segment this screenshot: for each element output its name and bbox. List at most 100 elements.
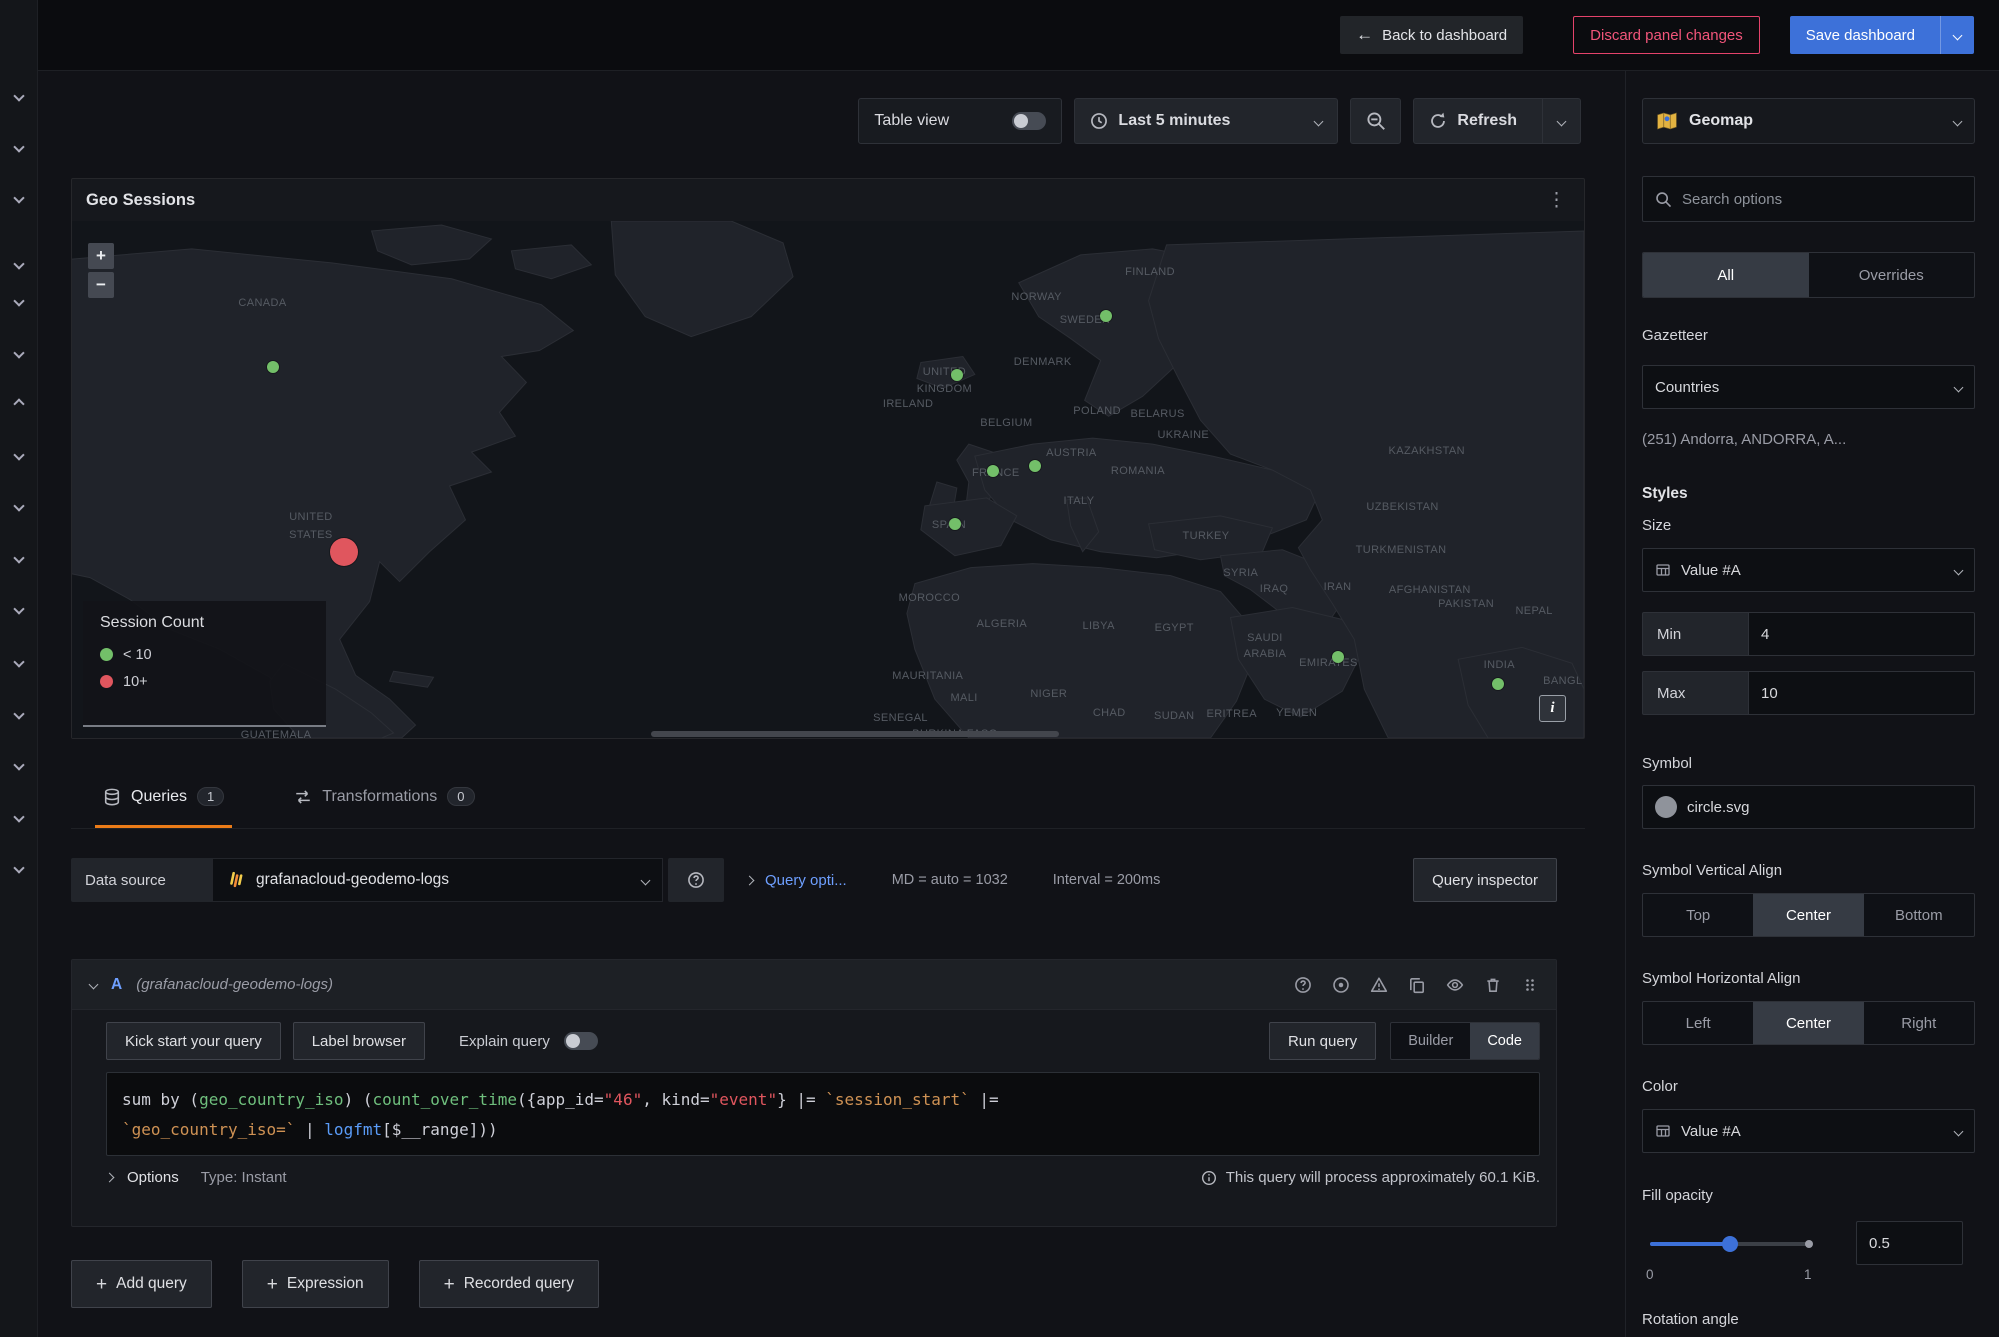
query-options-collapse-label[interactable]: Options [127,1169,179,1186]
refresh-button[interactable]: Refresh [1414,99,1532,143]
rail-collapse-chevron-icon[interactable] [7,252,31,276]
tab-queries[interactable]: Queries 1 [95,765,232,828]
rail-collapse-chevron-icon[interactable] [7,186,31,210]
visualization-name: Geomap [1689,112,1753,130]
size-field-select[interactable]: Value #A [1642,548,1975,592]
map-marker-green[interactable] [1332,651,1344,663]
option-builder[interactable]: Builder [1391,1023,1470,1059]
save-dashboard-button[interactable]: Save dashboard [1790,16,1974,54]
visualization-picker[interactable]: Geomap [1642,98,1975,144]
option-all[interactable]: All [1643,253,1809,297]
zoom-out-time-button[interactable] [1350,98,1401,144]
tab-transformations[interactable]: Transformations 0 [286,765,482,828]
rail-collapse-chevron-icon[interactable] [7,135,31,159]
option-left[interactable]: Left [1643,1002,1753,1044]
map-marker-green[interactable] [987,465,999,477]
horizontal-scrollbar[interactable] [651,731,1059,737]
add-query-button[interactable]: +Add query [71,1260,212,1308]
option-center[interactable]: Center [1753,894,1863,936]
trash-icon[interactable] [1484,976,1502,994]
map-marker-red[interactable] [330,538,358,566]
rail-collapse-chevron-icon[interactable] [7,392,31,416]
min-input[interactable] [1761,626,1962,643]
chevron-down-icon [1954,1126,1964,1136]
time-range-picker[interactable]: Last 5 minutes [1074,98,1338,144]
option-code[interactable]: Code [1470,1023,1539,1059]
expression-button[interactable]: +Expression [242,1260,389,1308]
rail-collapse-chevron-icon[interactable] [7,753,31,777]
panel-header[interactable]: Geo Sessions ⋮ [72,179,1584,221]
explain-query-toggle[interactable] [564,1032,598,1050]
max-input[interactable] [1761,685,1962,702]
option-top[interactable]: Top [1643,894,1753,936]
label-browser-button[interactable]: Label browser [293,1022,425,1060]
rail-collapse-chevron-icon[interactable] [7,494,31,518]
disable-query-icon[interactable] [1332,976,1350,994]
warning-icon[interactable] [1370,976,1388,994]
map-marker-green[interactable] [1492,678,1504,690]
plus-icon: + [444,1275,455,1294]
chevron-right-icon[interactable] [105,1173,115,1183]
recorded-query-button[interactable]: +Recorded query [419,1260,599,1308]
rail-collapse-chevron-icon[interactable] [7,856,31,880]
opacity-slider-rail[interactable] [1650,1242,1810,1246]
collapse-chevron-icon[interactable] [89,980,99,990]
color-field-select[interactable]: Value #A [1642,1109,1975,1153]
code-editor[interactable]: sum by (geo_country_iso) (count_over_tim… [106,1072,1540,1156]
discard-panel-changes-button[interactable]: Discard panel changes [1573,16,1760,54]
duplicate-icon[interactable] [1408,976,1426,994]
map-marker-green[interactable] [267,361,279,373]
option-bottom[interactable]: Bottom [1864,894,1974,936]
option-center[interactable]: Center [1753,1002,1863,1044]
option-overrides[interactable]: Overrides [1809,253,1975,297]
rail-collapse-chevron-icon[interactable] [7,546,31,570]
query-row-actions [1294,976,1538,994]
min-label: Min [1642,612,1748,656]
map-attribution-info-button[interactable]: i [1539,695,1566,722]
rail-collapse-chevron-icon[interactable] [7,650,31,674]
map-marker-green[interactable] [951,369,963,381]
map-marker-green[interactable] [949,518,961,530]
rail-collapse-chevron-icon[interactable] [7,805,31,829]
eye-icon[interactable] [1446,976,1464,994]
query-row-header[interactable]: A (grafanacloud-geodemo-logs) [72,960,1556,1010]
world-map[interactable]: CANADAFINLANDNORWAYSWEDENDENMARKUNITEDKI… [72,221,1584,738]
drag-handle-icon[interactable] [1522,976,1538,994]
help-icon[interactable] [1294,976,1312,994]
table-view-toggle[interactable] [1012,112,1046,130]
datasource-help-button[interactable] [668,858,724,902]
gazetteer-select[interactable]: Countries [1642,365,1975,409]
rail-collapse-chevron-icon[interactable] [7,443,31,467]
run-query-button[interactable]: Run query [1269,1022,1376,1060]
opacity-slider-handle[interactable] [1722,1236,1738,1252]
rail-collapse-chevron-icon[interactable] [7,597,31,621]
explain-query-label: Explain query [459,1033,550,1050]
symbol-picker[interactable]: circle.svg [1642,785,1975,829]
option-right[interactable]: Right [1864,1002,1974,1044]
max-field [1748,671,1975,715]
refresh-interval-dropdown[interactable] [1542,99,1580,143]
query-inspector-button[interactable]: Query inspector [1413,858,1557,902]
map-zoom-out-button[interactable]: − [88,272,114,298]
size-max-row: Max [1642,671,1975,715]
back-to-dashboard-button[interactable]: ← Back to dashboard [1340,16,1523,54]
chevron-down-icon [1954,565,1964,575]
datasource-picker[interactable]: grafanacloud-geodemo-logs [212,858,663,902]
save-dashboard-dropdown[interactable] [1940,16,1974,54]
save-label[interactable]: Save dashboard [1790,16,1931,54]
rail-collapse-chevron-icon[interactable] [7,84,31,108]
search-options-input[interactable] [1682,191,1962,208]
map-zoom-in-button[interactable]: + [88,243,114,269]
query-options-toggle[interactable]: Query opti... [746,872,847,889]
opacity-value-input[interactable] [1869,1235,1950,1252]
legend-items: < 1010+ [100,641,309,695]
panel-menu-kebab-icon[interactable]: ⋮ [1543,191,1570,210]
rail-collapse-chevron-icon[interactable] [7,289,31,313]
map-marker-green[interactable] [1100,310,1112,322]
rail-collapse-chevron-icon[interactable] [7,341,31,365]
field-table-icon [1655,562,1671,578]
search-options-field[interactable] [1642,176,1975,222]
map-marker-green[interactable] [1029,460,1041,472]
kick-start-query-button[interactable]: Kick start your query [106,1022,281,1060]
rail-collapse-chevron-icon[interactable] [7,702,31,726]
